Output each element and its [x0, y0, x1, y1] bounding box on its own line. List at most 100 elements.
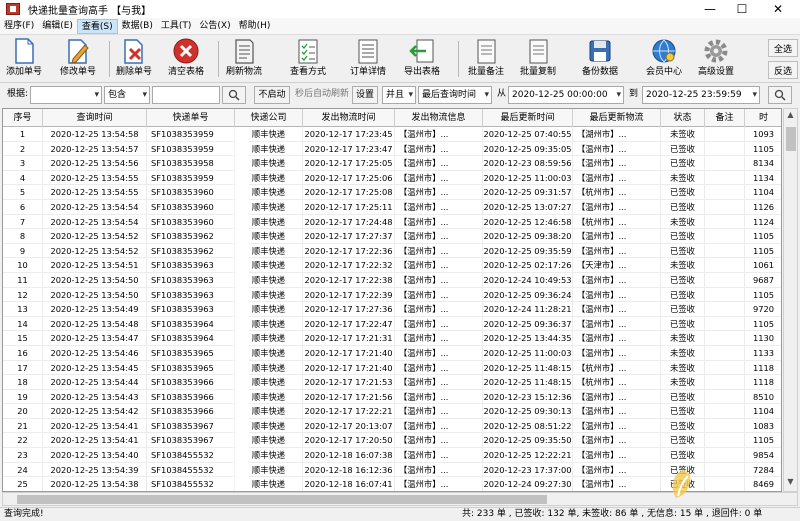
minimize-button[interactable]: — — [692, 0, 728, 18]
menu-tools[interactable]: 工具(T) — [157, 19, 196, 34]
table-cell: 2020-12-17 17:20:50 — [303, 433, 395, 448]
table-row[interactable]: 5 2020-12-25 13:54:55 SF1038353960 顺丰快递 2020… — [3, 185, 781, 200]
column-header[interactable]: 快递单号 — [147, 109, 235, 127]
table-cell: 1124 — [745, 215, 781, 229]
column-header[interactable]: 发出物流时间 — [303, 109, 395, 127]
table-row[interactable]: 9 2020-12-25 13:54:52 SF1038353962 顺丰快递 2020… — [3, 243, 781, 259]
close-button[interactable]: ✕ — [760, 0, 796, 18]
table-row[interactable]: 22 2020-12-25 13:54:41 SF1038353967 顺丰快递 202… — [3, 433, 781, 449]
table-cell: SF1038353960 — [147, 185, 235, 200]
from-date-input[interactable]: 2020-12-25 00:00:00 — [508, 86, 624, 104]
table-cell: SF1038353964 — [147, 316, 235, 331]
column-header[interactable]: 时 — [745, 109, 781, 127]
toolbar: 添加单号 修改单号 删除单号 清空表格 刷新物流 查看方式 订单详情 导出表格 … — [0, 35, 800, 83]
table-cell: 未签收 — [661, 375, 705, 390]
add-order-label: 添加单号 — [6, 67, 43, 77]
maximize-button[interactable]: ☐ — [724, 0, 760, 18]
table-row[interactable]: 18 2020-12-25 13:54:44 SF1038353966 顺丰快递 202… — [3, 375, 781, 390]
menu-help[interactable]: 帮助(H) — [235, 19, 275, 34]
order-detail-button[interactable]: 订单详情 — [350, 37, 386, 81]
delete-doc-icon — [120, 37, 148, 65]
column-header[interactable]: 备注 — [705, 109, 745, 127]
settings-button[interactable]: 设置 — [352, 86, 378, 104]
table-cell: 【温州市】... — [573, 418, 661, 433]
table-cell: 【温州市】... — [395, 156, 483, 171]
column-header[interactable]: 序号 — [3, 109, 43, 127]
table-cell: 15 — [3, 331, 43, 346]
view-mode-button[interactable]: 查看方式 — [290, 37, 326, 81]
table-row[interactable]: 2 2020-12-25 13:54:57 SF1038353959 顺丰快递 2020… — [3, 141, 781, 157]
edit-order-button[interactable]: 修改单号 — [60, 37, 96, 81]
menu-edit[interactable]: 编辑(E) — [38, 19, 77, 34]
search-button[interactable] — [222, 86, 246, 104]
table-row[interactable]: 10 2020-12-25 13:54:51 SF1038353963 顺丰快递 202… — [3, 258, 781, 273]
table-cell: 8 — [3, 229, 43, 244]
table-row[interactable]: 17 2020-12-25 13:54:45 SF1038353965 顺丰快递 202… — [3, 360, 781, 376]
column-header[interactable]: 状态 — [661, 109, 705, 127]
menu-bar: 程序(F) 编辑(E) 查看(S) 数据(B) 工具(T) 公告(X) 帮助(H… — [0, 18, 800, 35]
table-row[interactable]: 7 2020-12-25 13:54:54 SF1038353960 顺丰快递 2020… — [3, 214, 781, 230]
results-table[interactable]: 序号 查询时间 快递单号 快递公司 发出物流时间 发出物流信息 最后更新时间 最后更新物流 状态… — [2, 108, 782, 492]
table-row[interactable]: 20 2020-12-25 13:54:42 SF1038353966 顺丰快递 202… — [3, 404, 781, 419]
menu-notice[interactable]: 公告(X) — [195, 19, 234, 34]
menu-data[interactable]: 数据(B) — [118, 19, 157, 34]
match-mode-select[interactable]: 包含 — [104, 86, 150, 104]
table-row[interactable]: 15 2020-12-25 13:54:47 SF1038353964 顺丰快递 202… — [3, 331, 781, 346]
to-date-input[interactable]: 2020-12-25 23:59:59 — [642, 86, 760, 104]
member-center-button[interactable]: 会员中心 — [646, 37, 682, 81]
table-cell: 2020-12-17 20:13:07 — [303, 418, 395, 433]
table-row[interactable]: 12 2020-12-25 13:54:50 SF1038353963 顺丰快递 202… — [3, 287, 781, 303]
column-header[interactable]: 最后更新时间 — [483, 109, 573, 127]
table-row[interactable]: 23 2020-12-25 13:54:40 SF1038455532 顺丰快递 202… — [3, 448, 781, 463]
refresh-logistics-button[interactable]: 刷新物流 — [226, 37, 262, 81]
table-row[interactable]: 21 2020-12-25 13:54:41 SF1038353967 顺丰快递 202… — [3, 418, 781, 434]
column-header[interactable]: 最后更新物流 — [573, 109, 661, 127]
table-row[interactable]: 4 2020-12-25 13:54:55 SF1038353959 顺丰快递 2020… — [3, 170, 781, 186]
table-row[interactable]: 14 2020-12-25 13:54:48 SF1038353964 顺丰快递 202… — [3, 316, 781, 332]
table-row[interactable]: 16 2020-12-25 13:54:46 SF1038353965 顺丰快递 202… — [3, 345, 781, 361]
table-cell: 2020-12-17 17:22:21 — [303, 404, 395, 419]
add-order-button[interactable]: 添加单号 — [6, 37, 42, 81]
search-field-select[interactable] — [30, 86, 102, 104]
table-row[interactable]: 6 2020-12-25 13:54:54 SF1038353960 顺丰快递 2020… — [3, 199, 781, 215]
table-row[interactable]: 1 2020-12-25 13:54:58 SF1038353959 顺丰快递 2020… — [3, 127, 781, 142]
table-cell: 2020-12-17 17:23:45 — [303, 127, 395, 141]
batch-copy-button[interactable]: 批量复制 — [520, 37, 556, 81]
time-field-select[interactable]: 最后查询时间 — [418, 86, 492, 104]
table-cell: 10 — [3, 258, 43, 273]
keyword-input[interactable] — [152, 86, 220, 104]
column-header[interactable]: 快递公司 — [235, 109, 303, 127]
vertical-scroll-thumb[interactable] — [786, 127, 796, 151]
menu-view[interactable]: 查看(S) — [76, 18, 118, 34]
column-header[interactable]: 查询时间 — [43, 109, 147, 127]
export-table-button[interactable]: 导出表格 — [404, 37, 440, 81]
backup-data-button[interactable]: 备份数据 — [582, 37, 618, 81]
date-search-button[interactable] — [768, 86, 792, 104]
clear-table-button[interactable]: 清空表格 — [168, 37, 204, 81]
window-title: 快递批量查询高手 【与我】 — [28, 5, 152, 17]
table-cell: 2020-12-24 09:27:30 — [483, 477, 573, 491]
select-all-button[interactable]: 全选 — [768, 39, 798, 57]
vertical-scrollbar[interactable]: ▲ ▼ — [783, 108, 798, 492]
table-row[interactable]: 19 2020-12-25 13:54:43 SF1038353966 顺丰快递 202… — [3, 389, 781, 405]
delete-order-label: 删除单号 — [116, 67, 153, 77]
invert-selection-button[interactable]: 反选 — [768, 61, 798, 79]
delete-order-button[interactable]: 删除单号 — [116, 37, 152, 81]
menu-program[interactable]: 程序(F) — [0, 19, 38, 34]
table-row[interactable]: 13 2020-12-25 13:54:49 SF1038353963 顺丰快递 202… — [3, 302, 781, 317]
scroll-up-icon[interactable]: ▲ — [784, 110, 797, 124]
horizontal-scroll-thumb[interactable] — [17, 495, 547, 504]
table-cell: 2020-12-25 11:48:15 — [483, 375, 573, 390]
advanced-settings-button[interactable]: 高级设置 — [698, 37, 734, 81]
logic-select[interactable]: 并且 — [382, 86, 416, 104]
column-header[interactable]: 发出物流信息 — [395, 109, 483, 127]
table-row[interactable]: 8 2020-12-25 13:54:52 SF1038353962 顺丰快递 2020… — [3, 229, 781, 244]
table-cell: 2020-12-25 13:54:48 — [43, 316, 147, 331]
table-row[interactable]: 11 2020-12-25 13:54:50 SF1038353963 顺丰快递 202… — [3, 272, 781, 288]
auto-refresh-button[interactable]: 不启动 — [254, 86, 290, 104]
batch-note-button[interactable]: 批量备注 — [468, 37, 504, 81]
no-entry-icon — [172, 37, 200, 65]
table-row[interactable]: 3 2020-12-25 13:54:56 SF1038353958 顺丰快递 2020… — [3, 156, 781, 171]
edit-order-label: 修改单号 — [60, 67, 97, 77]
scroll-down-icon[interactable]: ▼ — [784, 477, 797, 491]
